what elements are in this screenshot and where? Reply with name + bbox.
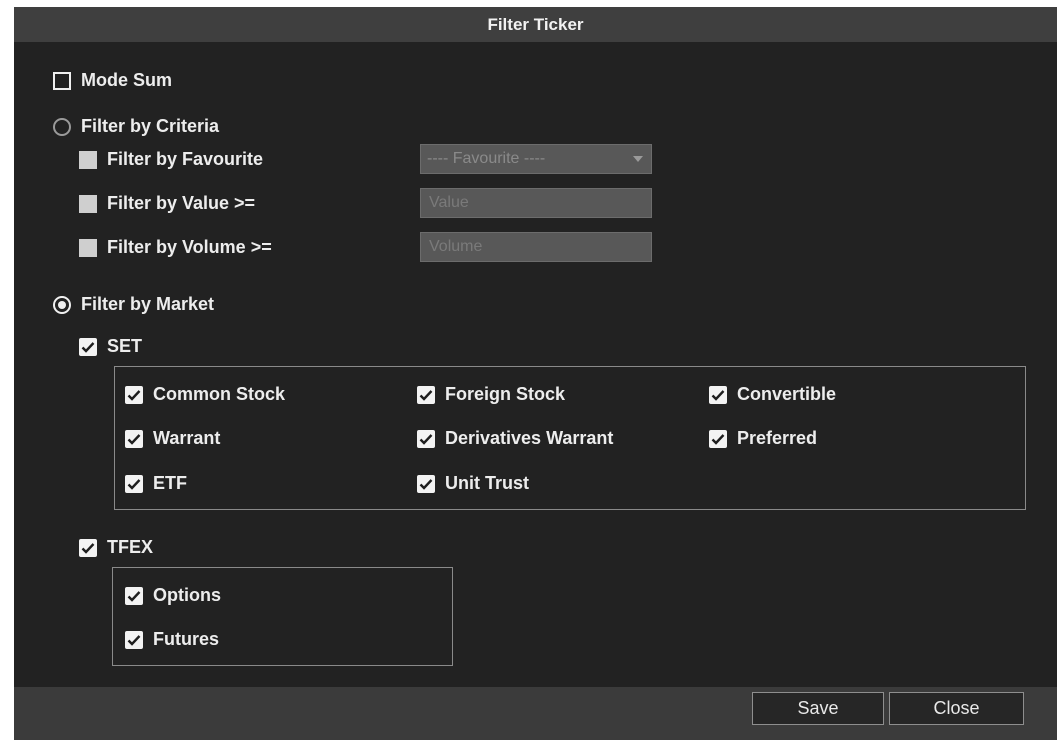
filter-by-volume-row[interactable]: Filter by Volume >=	[79, 237, 272, 258]
set-option-foreign-stock[interactable]: Foreign Stock	[417, 384, 565, 405]
foreign-stock-checkbox[interactable]	[417, 385, 435, 404]
warrant-label: Warrant	[153, 428, 221, 448]
mode-sum-checkbox-row[interactable]: Mode Sum	[53, 70, 172, 91]
dialog-title: Filter Ticker	[487, 14, 584, 34]
set-label: SET	[107, 336, 143, 356]
dialog-title-bar: Filter Ticker	[14, 7, 1057, 42]
tfex-checkbox[interactable]	[79, 538, 97, 557]
filter-by-value-row[interactable]: Filter by Value >=	[79, 193, 255, 214]
filter-by-volume-checkbox[interactable]	[79, 238, 97, 257]
favourite-select-value: ---- Favourite ----	[427, 150, 546, 167]
warrant-checkbox[interactable]	[125, 429, 143, 448]
checkmark-icon	[711, 389, 725, 401]
convertible-label: Convertible	[737, 384, 837, 404]
volume-input[interactable]	[427, 237, 651, 257]
options-label: Options	[153, 585, 221, 605]
set-checkbox-row[interactable]: SET	[79, 336, 142, 357]
checkmark-icon	[419, 478, 433, 490]
checkmark-icon	[127, 634, 141, 646]
checkmark-icon	[419, 389, 433, 401]
set-option-warrant[interactable]: Warrant	[125, 428, 220, 449]
save-button[interactable]: Save	[752, 692, 884, 725]
chevron-down-icon	[633, 156, 643, 162]
mode-sum-checkbox[interactable]	[53, 71, 71, 90]
tfex-label: TFEX	[107, 537, 154, 557]
value-input[interactable]	[427, 193, 651, 213]
common-stock-checkbox[interactable]	[125, 385, 143, 404]
tfex-checkbox-row[interactable]: TFEX	[79, 537, 153, 558]
filter-by-value-checkbox[interactable]	[79, 194, 97, 213]
set-option-etf[interactable]: ETF	[125, 473, 187, 494]
volume-field[interactable]	[420, 232, 652, 262]
checkmark-icon	[127, 590, 141, 602]
filter-by-favourite-row[interactable]: Filter by Favourite	[79, 149, 263, 170]
set-option-preferred[interactable]: Preferred	[709, 428, 817, 449]
foreign-stock-label: Foreign Stock	[445, 384, 566, 404]
preferred-label: Preferred	[737, 428, 818, 448]
filter-by-favourite-label: Filter by Favourite	[107, 149, 264, 169]
set-option-common-stock[interactable]: Common Stock	[125, 384, 285, 405]
common-stock-label: Common Stock	[153, 384, 286, 404]
etf-label: ETF	[153, 473, 187, 493]
tfex-option-options[interactable]: Options	[125, 585, 221, 606]
set-option-convertible[interactable]: Convertible	[709, 384, 836, 405]
filter-by-criteria-radio[interactable]	[53, 117, 71, 136]
set-checkbox[interactable]	[79, 337, 97, 356]
checkmark-icon	[127, 389, 141, 401]
checkmark-icon	[127, 478, 141, 490]
set-option-unit-trust[interactable]: Unit Trust	[417, 473, 529, 494]
options-checkbox[interactable]	[125, 586, 143, 605]
filter-by-market-radio[interactable]	[53, 295, 71, 314]
etf-checkbox[interactable]	[125, 474, 143, 493]
filter-by-value-label: Filter by Value >=	[107, 193, 256, 213]
unit-trust-checkbox[interactable]	[417, 474, 435, 493]
filter-by-criteria-label: Filter by Criteria	[81, 116, 220, 136]
value-field[interactable]	[420, 188, 652, 218]
tfex-option-futures[interactable]: Futures	[125, 629, 219, 650]
filter-by-market-radio-row[interactable]: Filter by Market	[53, 294, 214, 315]
futures-label: Futures	[153, 629, 220, 649]
preferred-checkbox[interactable]	[709, 429, 727, 448]
mode-sum-label: Mode Sum	[81, 70, 173, 90]
checkmark-icon	[81, 542, 95, 554]
tfex-options-group	[112, 567, 453, 666]
filter-by-criteria-radio-row[interactable]: Filter by Criteria	[53, 116, 219, 137]
filter-by-market-label: Filter by Market	[81, 294, 215, 314]
convertible-checkbox[interactable]	[709, 385, 727, 404]
checkmark-icon	[127, 433, 141, 445]
checkmark-icon	[711, 433, 725, 445]
checkmark-icon	[419, 433, 433, 445]
filter-by-favourite-checkbox[interactable]	[79, 150, 97, 169]
derivatives-warrant-label: Derivatives Warrant	[445, 428, 614, 448]
derivatives-warrant-checkbox[interactable]	[417, 429, 435, 448]
filter-by-volume-label: Filter by Volume >=	[107, 237, 272, 257]
favourite-select[interactable]: ---- Favourite ----	[420, 144, 652, 174]
unit-trust-label: Unit Trust	[445, 473, 529, 493]
set-option-derivatives-warrant[interactable]: Derivatives Warrant	[417, 428, 613, 449]
futures-checkbox[interactable]	[125, 630, 143, 649]
close-button[interactable]: Close	[889, 692, 1024, 725]
checkmark-icon	[81, 341, 95, 353]
